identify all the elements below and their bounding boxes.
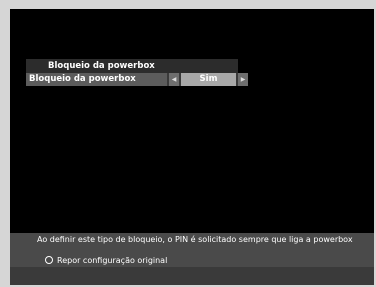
powerbox-lock-value[interactable]: Sim	[181, 73, 236, 86]
powerbox-lock-row[interactable]: Bloqueio da powerbox ◀ Sim ▶	[26, 73, 248, 86]
arrow-right-icon[interactable]: ▶	[238, 73, 248, 86]
arrow-left-icon[interactable]: ◀	[169, 73, 179, 86]
reset-option[interactable]: Repor configuração original	[45, 256, 167, 266]
info-text: Ao definir este tipo de bloqueio, o PIN …	[37, 235, 353, 244]
reset-label: Repor configuração original	[57, 256, 168, 265]
info-bar: Ao definir este tipo de bloqueio, o PIN …	[10, 233, 374, 267]
button-circle-icon	[45, 256, 53, 264]
bottom-strip	[10, 267, 374, 285]
menu-title: Bloqueio da powerbox	[26, 59, 238, 73]
powerbox-lock-label: Bloqueio da powerbox	[26, 73, 167, 86]
tv-frame: Bloqueio da powerbox Bloqueio da powerbo…	[0, 0, 376, 287]
